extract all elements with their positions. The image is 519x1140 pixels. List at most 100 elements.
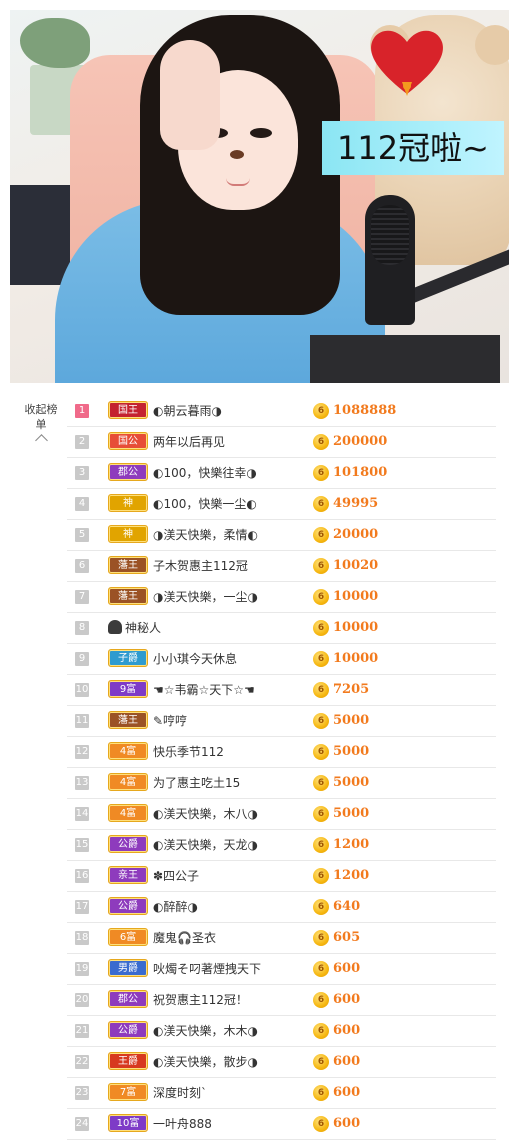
noble-badge[interactable]: 男爵 <box>108 959 148 977</box>
ranking-row[interactable]: 5 神 ◑渼天快樂，柔情◐ 6 20000 <box>67 520 496 551</box>
ranking-row[interactable]: 2 国公 两年以后再见 6 200000 <box>67 427 496 458</box>
user-name[interactable]: ☚☆韦霸☆天下☆☚ <box>153 675 255 705</box>
noble-badge[interactable]: 6富 <box>108 928 148 946</box>
contribution-amount: 49995 <box>333 496 379 511</box>
user-name[interactable]: ◑渼天快樂，柔情◐ <box>153 520 258 550</box>
noble-badge[interactable]: 藩王 <box>108 587 148 605</box>
noble-badge[interactable]: 藩王 <box>108 711 148 729</box>
noble-badge[interactable]: 公爵 <box>108 835 148 853</box>
ranking-list: 1 国王 ◐朝云暮雨◑ 6 1088888 2 国公 两年以后再见 6 200000 3 郡公 ◐100… <box>67 396 496 1140</box>
ranking-row[interactable]: 6 藩王 子木贺惠主112冠 6 10020 <box>67 551 496 582</box>
live-video[interactable]: 112冠啦~ <box>10 10 509 383</box>
ranking-row[interactable]: 13 4富 为了惠主吃土15 6 5000 <box>67 768 496 799</box>
user-name[interactable]: 魔鬼🎧圣衣 <box>153 923 216 953</box>
noble-badge[interactable]: 亲王 <box>108 866 148 884</box>
ranking-row[interactable]: 11 藩王 ✎哼哼 6 5000 <box>67 706 496 737</box>
contribution-amount: 1200 <box>333 837 370 852</box>
user-name[interactable]: ✎哼哼 <box>153 706 187 736</box>
user-name[interactable]: ◐100，快樂往幸◑ <box>153 458 257 488</box>
ranking-row[interactable]: 21 公爵 ◐渼天快樂，木木◑ 6 600 <box>67 1016 496 1047</box>
user-name[interactable]: ◐朝云暮雨◑ <box>153 396 222 426</box>
noble-badge[interactable]: 4富 <box>108 804 148 822</box>
user-name[interactable]: 两年以后再见 <box>153 427 225 457</box>
microphone <box>365 195 415 325</box>
noble-badge[interactable]: 10富 <box>108 1114 148 1132</box>
noble-badge[interactable]: 郡公 <box>108 463 148 481</box>
user-name[interactable]: ✽四公子 <box>153 861 199 891</box>
user-name[interactable]: 小小琪今天休息 <box>153 644 237 674</box>
user-name[interactable]: ◐醉醉◑ <box>153 892 198 922</box>
coin-icon: 6 <box>313 651 329 667</box>
rank-number: 20 <box>75 993 89 1007</box>
ranking-row[interactable]: 9 子爵 小小琪今天休息 6 10000 <box>67 644 496 675</box>
ranking-row[interactable]: 17 公爵 ◐醉醉◑ 6 640 <box>67 892 496 923</box>
noble-badge[interactable]: 公爵 <box>108 1021 148 1039</box>
rank-number: 19 <box>75 962 89 976</box>
noble-badge[interactable]: 9富 <box>108 680 148 698</box>
ranking-row[interactable]: 7 藩王 ◑渼天快樂，一尘◑ 6 10000 <box>67 582 496 613</box>
ranking-row[interactable]: 24 10富 一叶舟888 6 600 <box>67 1109 496 1140</box>
noble-badge[interactable]: 4富 <box>108 742 148 760</box>
noble-badge[interactable]: 王爵 <box>108 1052 148 1070</box>
ranking-row[interactable]: 12 4富 快乐季节112 6 5000 <box>67 737 496 768</box>
ranking-row[interactable]: 18 6富 魔鬼🎧圣衣 6 605 <box>67 923 496 954</box>
ranking-row[interactable]: 4 神 ◐100，快樂一尘◐ 6 49995 <box>67 489 496 520</box>
noble-badge[interactable]: 子爵 <box>108 649 148 667</box>
ranking-row[interactable]: 14 4富 ◐渼天快樂，木八◑ 6 5000 <box>67 799 496 830</box>
rank-number: 23 <box>75 1086 89 1100</box>
contribution-amount: 5000 <box>333 806 370 821</box>
user-name[interactable]: ◐渼天快樂，散步◑ <box>153 1047 258 1077</box>
collapse-label: 收起榜单 <box>24 403 58 431</box>
user-name[interactable]: 子木贺惠主112冠 <box>153 551 248 581</box>
ranking-row[interactable]: 16 亲王 ✽四公子 6 1200 <box>67 861 496 892</box>
user-name[interactable]: ◐渼天快樂，木木◑ <box>153 1016 258 1046</box>
collapse-ranking-button[interactable]: 收起榜单 <box>23 402 59 447</box>
user-name[interactable]: ◐100，快樂一尘◐ <box>153 489 257 519</box>
user-name[interactable]: 神秘人 <box>125 613 161 643</box>
user-name[interactable]: 一叶舟888 <box>153 1109 212 1139</box>
rank-number: 3 <box>75 466 89 480</box>
ranking-row[interactable]: 19 男爵 吙燭そ叼著煙拽天下 6 600 <box>67 954 496 985</box>
coin-icon: 6 <box>313 589 329 605</box>
ranking-row[interactable]: 10 9富 ☚☆韦霸☆天下☆☚ 6 7205 <box>67 675 496 706</box>
user-name[interactable]: 深度时刻` <box>153 1078 207 1108</box>
ranking-row[interactable]: 3 郡公 ◐100，快樂往幸◑ 6 101800 <box>67 458 496 489</box>
coin-icon: 6 <box>313 434 329 450</box>
ranking-row[interactable]: 20 郡公 祝贺惠主112冠！ 6 600 <box>67 985 496 1016</box>
user-name[interactable]: ◐渼天快樂，木八◑ <box>153 799 258 829</box>
noble-badge[interactable]: 郡公 <box>108 990 148 1008</box>
coin-icon: 6 <box>313 1023 329 1039</box>
ranking-row[interactable]: 23 7富 深度时刻` 6 600 <box>67 1078 496 1109</box>
coin-icon: 6 <box>313 868 329 884</box>
noble-badge[interactable]: 藩王 <box>108 556 148 574</box>
rank-number: 11 <box>75 714 89 728</box>
coin-icon: 6 <box>313 1054 329 1070</box>
coin-icon: 6 <box>313 961 329 977</box>
contribution-amount: 200000 <box>333 434 388 449</box>
coin-icon: 6 <box>313 403 329 419</box>
ranking-row[interactable]: 1 国王 ◐朝云暮雨◑ 6 1088888 <box>67 396 496 427</box>
noble-badge[interactable]: 国王 <box>108 401 148 419</box>
coin-icon: 6 <box>313 744 329 760</box>
ranking-row[interactable]: 15 公爵 ◐渼天快樂，天龙◑ 6 1200 <box>67 830 496 861</box>
noble-badge[interactable]: 公爵 <box>108 897 148 915</box>
noble-badge[interactable]: 国公 <box>108 432 148 450</box>
user-name[interactable]: 祝贺惠主112冠！ <box>153 985 248 1015</box>
user-name[interactable]: 为了惠主吃土15 <box>153 768 240 798</box>
user-name[interactable]: 吙燭そ叼著煙拽天下 <box>153 954 261 984</box>
user-name[interactable]: 快乐季节112 <box>153 737 224 767</box>
rank-number: 1 <box>75 404 89 418</box>
noble-badge[interactable]: 神 <box>108 494 148 512</box>
user-name[interactable]: ◑渼天快樂，一尘◑ <box>153 582 258 612</box>
ranking-row[interactable]: 8 神秘人 6 10000 <box>67 613 496 644</box>
contribution-amount: 1200 <box>333 868 370 883</box>
noble-badge[interactable]: 7富 <box>108 1083 148 1101</box>
user-name[interactable]: ◐渼天快樂，天龙◑ <box>153 830 258 860</box>
noble-badge[interactable]: 神 <box>108 525 148 543</box>
ranking-row[interactable]: 22 王爵 ◐渼天快樂，散步◑ 6 600 <box>67 1047 496 1078</box>
rank-number: 17 <box>75 900 89 914</box>
contribution-amount: 101800 <box>333 465 388 480</box>
contribution-amount: 1088888 <box>333 403 397 418</box>
noble-badge[interactable]: 4富 <box>108 773 148 791</box>
coin-icon: 6 <box>313 496 329 512</box>
